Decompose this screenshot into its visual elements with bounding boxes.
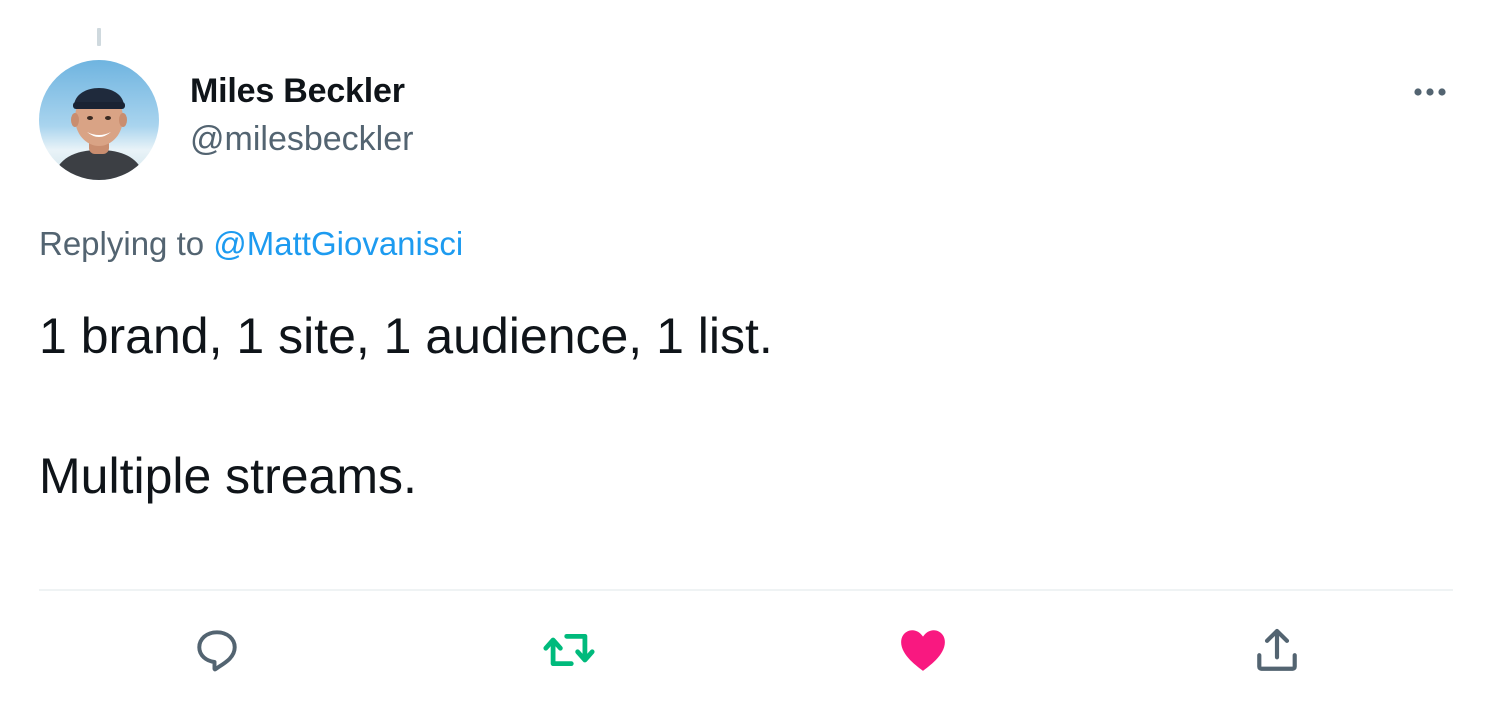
tweet-card: Miles Beckler @milesbeckler Replying to …	[0, 0, 1490, 706]
retweet-icon	[543, 633, 595, 667]
replying-to-label: Replying to	[39, 225, 205, 262]
replying-to-line: Replying to @MattGiovanisci	[39, 222, 463, 266]
retweet-button[interactable]	[541, 622, 597, 678]
avatar-photo	[39, 60, 159, 180]
author-handle[interactable]: @milesbeckler	[190, 116, 413, 162]
tweet-text: 1 brand, 1 site, 1 audience, 1 list. Mul…	[39, 304, 773, 508]
heart-icon	[901, 630, 945, 671]
share-icon	[1257, 628, 1297, 671]
author-display-name[interactable]: Miles Beckler	[190, 68, 413, 114]
more-dots-icon	[1414, 88, 1446, 96]
actions-divider	[39, 589, 1453, 591]
like-button[interactable]	[895, 622, 951, 678]
tweet-author: Miles Beckler @milesbeckler	[190, 68, 413, 162]
reply-button[interactable]	[189, 622, 245, 678]
thread-connector-line	[97, 28, 101, 46]
avatar[interactable]	[39, 60, 159, 180]
replying-to-mention-link[interactable]: @MattGiovanisci	[213, 225, 463, 262]
tweet-text-line: Multiple streams.	[39, 448, 417, 504]
more-options-button[interactable]	[1406, 72, 1454, 112]
share-button[interactable]	[1249, 622, 1305, 678]
comment-icon	[197, 630, 237, 672]
tweet-text-line: 1 brand, 1 site, 1 audience, 1 list.	[39, 308, 773, 364]
